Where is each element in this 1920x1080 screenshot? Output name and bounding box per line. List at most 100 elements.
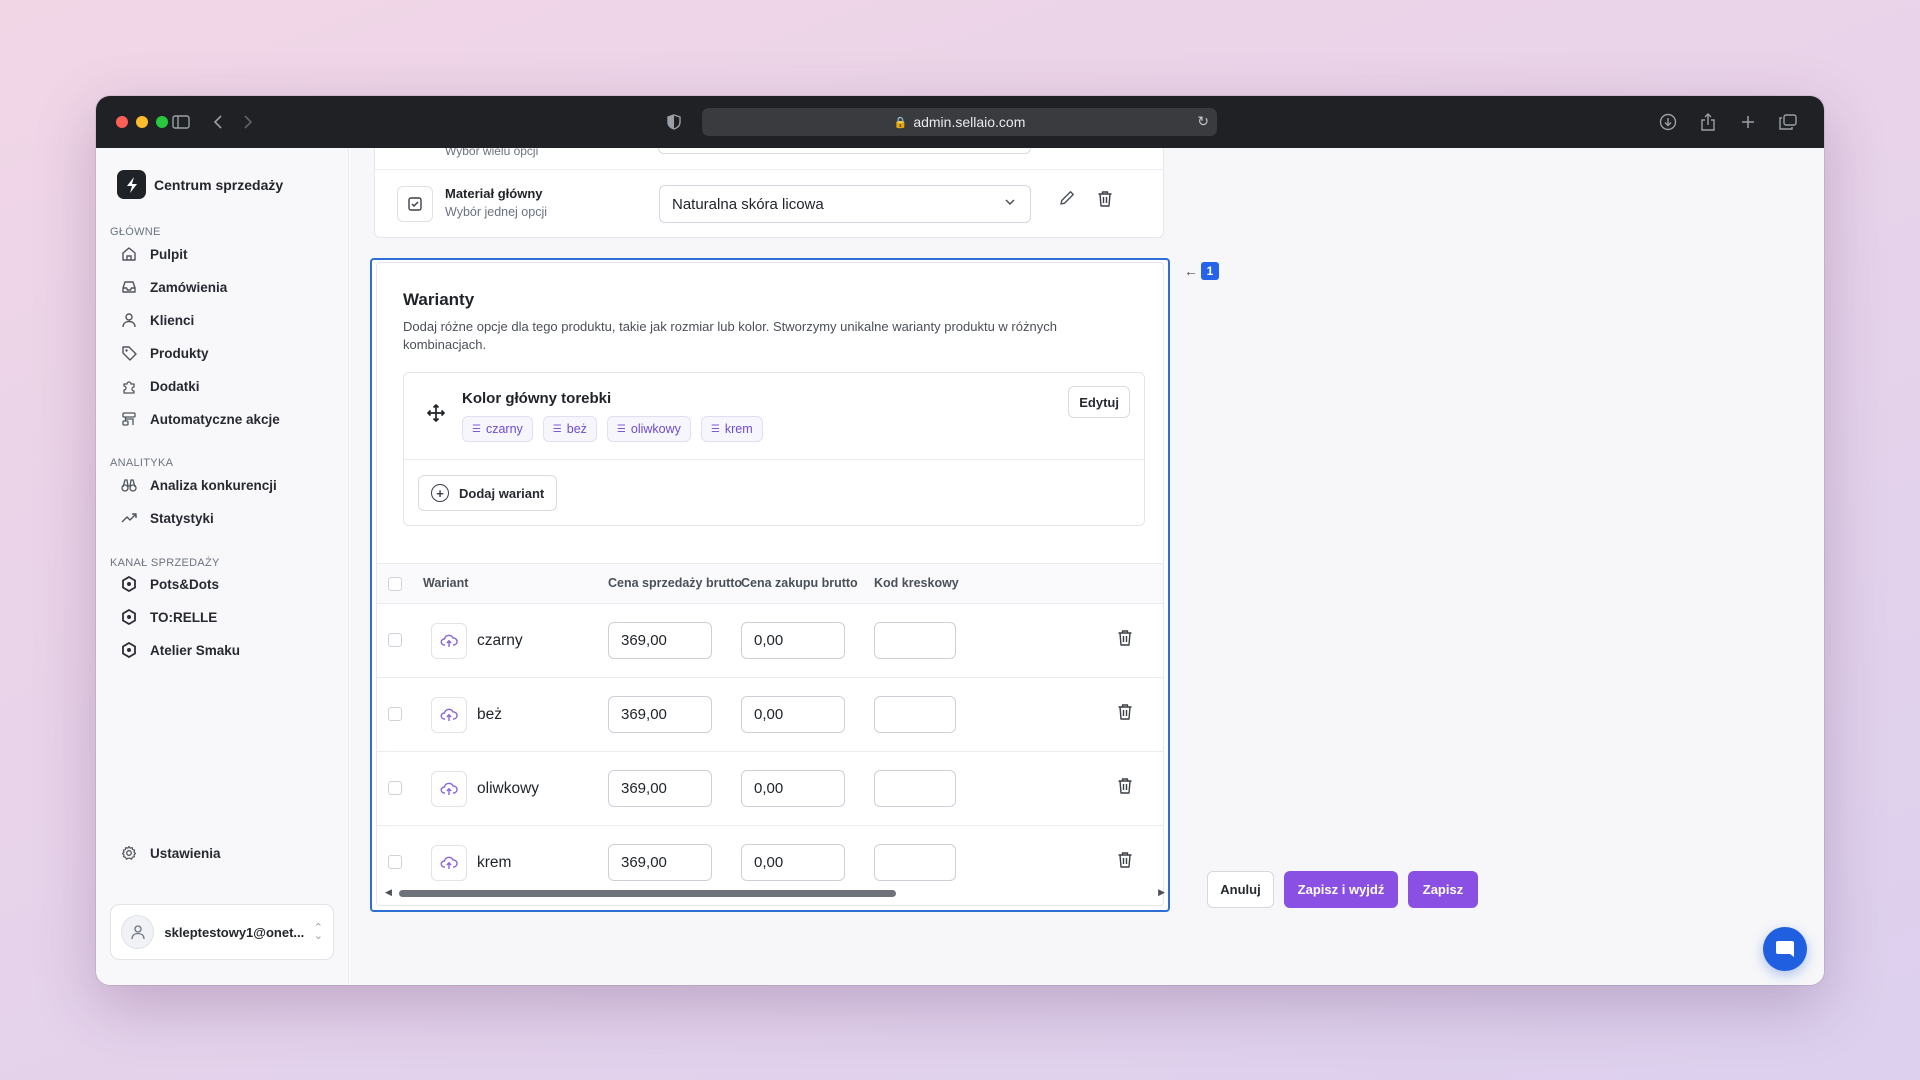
sidebar-item-analiza-konkurencji[interactable]: Analiza konkurencji	[120, 472, 277, 498]
table-row: beż 369,00 0,00	[377, 678, 1163, 752]
table-row: czarny 369,00 0,00	[377, 604, 1163, 678]
column-header-barcode: Kod kreskowy	[874, 576, 959, 590]
sidebar-item-pots-dots[interactable]: Pots&Dots	[120, 571, 219, 597]
edit-variant-group-button[interactable]: Edytuj	[1068, 386, 1130, 418]
sidebar-item-automatyczne-akcje[interactable]: Automatyczne akcje	[120, 406, 280, 432]
reload-icon[interactable]: ↻	[1197, 113, 1209, 130]
barcode-input[interactable]	[874, 844, 956, 881]
variant-chip: ☰ beż	[542, 416, 597, 442]
chevron-down-icon	[1004, 196, 1016, 211]
sidebar-item-klienci[interactable]: Klienci	[120, 307, 194, 333]
main-content: Wybór wielu opcji Materiał główny Wybór …	[350, 148, 1824, 985]
sale-price-input[interactable]: 369,00	[608, 622, 712, 659]
sidebar-item-dodatki[interactable]: Dodatki	[120, 373, 200, 399]
variant-chip: ☰ krem	[700, 416, 763, 442]
delete-row-trash-icon[interactable]	[1117, 703, 1139, 727]
variant-chip-label: czarny	[485, 422, 523, 436]
chevron-up-down-icon: ⌃ ⌄	[313, 922, 323, 942]
variants-description: Dodaj różne opcje dla tego produktu, tak…	[403, 319, 1057, 352]
scroll-left-arrow-icon[interactable]: ◀	[385, 887, 392, 898]
horizontal-scrollbar[interactable]: ◀ ▶	[385, 887, 1165, 899]
material-select-value: Naturalna skóra licowa	[672, 195, 824, 213]
row-checkbox[interactable]	[388, 707, 402, 721]
option-row-cut-text: Wybór wielu opcji	[445, 148, 539, 158]
barcode-input[interactable]	[874, 622, 956, 659]
cancel-button[interactable]: Anuluj	[1207, 871, 1274, 908]
download-icon[interactable]	[1656, 110, 1680, 134]
drag-move-icon[interactable]	[426, 403, 450, 427]
barcode-input[interactable]	[874, 696, 956, 733]
sidebar-item-torelle[interactable]: TO:RELLE	[120, 604, 217, 630]
upload-image-icon[interactable]	[431, 845, 467, 881]
variant-chips: ☰ czarny ☰ beż ☰ oliwkowy ☰ krem	[462, 416, 763, 442]
material-select[interactable]: Naturalna skóra licowa	[659, 185, 1031, 223]
scrollbar-thumb[interactable]	[399, 890, 896, 897]
sale-price-input[interactable]: 369,00	[608, 696, 712, 733]
sidebar-item-atelier-smaku[interactable]: Atelier Smaku	[120, 637, 240, 663]
purchase-price-input[interactable]: 0,00	[741, 770, 845, 807]
sidebar-item-statystyki[interactable]: Statystyki	[120, 505, 214, 531]
forward-icon[interactable]	[236, 110, 260, 134]
sidebar-item-label: Klienci	[150, 312, 195, 328]
barcode-input[interactable]	[874, 770, 956, 807]
user-menu[interactable]: skleptestowy1@onet... ⌃ ⌄	[110, 904, 334, 960]
chat-bubble-icon	[1776, 941, 1794, 957]
brand-name: Centrum sprzedaży	[154, 176, 284, 193]
browser-titlebar: 🔒 admin.sellaio.com ↻	[96, 96, 1824, 148]
upload-image-icon[interactable]	[431, 771, 467, 807]
maximize-window-button[interactable]	[156, 116, 168, 128]
back-icon[interactable]	[206, 110, 230, 134]
option-type-icon	[397, 186, 433, 222]
privacy-shield-icon[interactable]	[662, 110, 686, 134]
save-and-exit-button[interactable]: Zapisz i wyjdź	[1284, 871, 1398, 908]
purchase-price-input[interactable]: 0,00	[741, 844, 845, 881]
brand-logo-icon	[117, 170, 146, 199]
table-row: oliwkowy 369,00 0,00	[377, 752, 1163, 826]
select-all-checkbox[interactable]	[388, 577, 402, 591]
sidebar-item-pulpit[interactable]: Pulpit	[120, 241, 188, 267]
sidebar-item-label: TO:RELLE	[150, 609, 218, 625]
delete-row-trash-icon[interactable]	[1117, 851, 1139, 875]
sidebar-toggle-icon[interactable]	[169, 110, 193, 134]
purchase-price-input[interactable]: 0,00	[741, 696, 845, 733]
close-window-button[interactable]	[116, 116, 128, 128]
upload-image-icon[interactable]	[431, 623, 467, 659]
upload-image-icon[interactable]	[431, 697, 467, 733]
annotation-badge: 1	[1201, 262, 1219, 280]
variant-name: krem	[477, 854, 512, 871]
delete-row-trash-icon[interactable]	[1117, 629, 1139, 653]
binoculars-icon	[120, 476, 138, 494]
new-tab-icon[interactable]	[1736, 110, 1760, 134]
sidebar-item-label: Analiza konkurencji	[150, 477, 277, 493]
variant-chip-label: beż	[566, 422, 587, 436]
sidebar-item-produkty[interactable]: Produkty	[120, 340, 209, 366]
row-checkbox[interactable]	[388, 781, 402, 795]
delete-row-trash-icon[interactable]	[1117, 777, 1139, 801]
scroll-right-arrow-icon[interactable]: ▶	[1158, 887, 1165, 898]
row-checkbox[interactable]	[388, 633, 402, 647]
share-icon[interactable]	[1696, 110, 1720, 134]
tab-overview-icon[interactable]	[1776, 110, 1800, 134]
plus-circle-icon: +	[431, 484, 449, 502]
column-header-sale-price: Cena sprzedaży brutto	[608, 576, 743, 590]
purchase-price-input[interactable]: 0,00	[741, 622, 845, 659]
minimize-window-button[interactable]	[136, 116, 148, 128]
sidebar-item-zamowienia[interactable]: Zamówienia	[120, 274, 227, 300]
variant-name: oliwkowy	[477, 780, 540, 797]
inbox-icon	[120, 278, 138, 296]
delete-option-trash-icon[interactable]	[1093, 187, 1117, 211]
row-checkbox[interactable]	[388, 855, 402, 869]
option-select-cut[interactable]	[658, 148, 1031, 154]
edit-option-pencil-icon[interactable]	[1055, 186, 1079, 210]
sale-price-input[interactable]: 369,00	[608, 770, 712, 807]
add-variant-button[interactable]: + Dodaj wariant	[418, 475, 558, 511]
sale-price-input[interactable]: 369,00	[608, 844, 712, 881]
variants-title: Warianty	[403, 290, 475, 309]
save-button[interactable]: Zapisz	[1408, 871, 1478, 908]
sidebar-item-ustawienia[interactable]: Ustawienia	[120, 840, 221, 866]
sidebar-item-label: Pulpit	[150, 246, 188, 262]
brand[interactable]: Centrum sprzedaży	[117, 170, 283, 199]
sidebar-item-label: Statystyki	[150, 510, 214, 526]
chat-support-button[interactable]	[1763, 927, 1807, 971]
address-bar[interactable]: 🔒 admin.sellaio.com ↻	[702, 108, 1217, 136]
